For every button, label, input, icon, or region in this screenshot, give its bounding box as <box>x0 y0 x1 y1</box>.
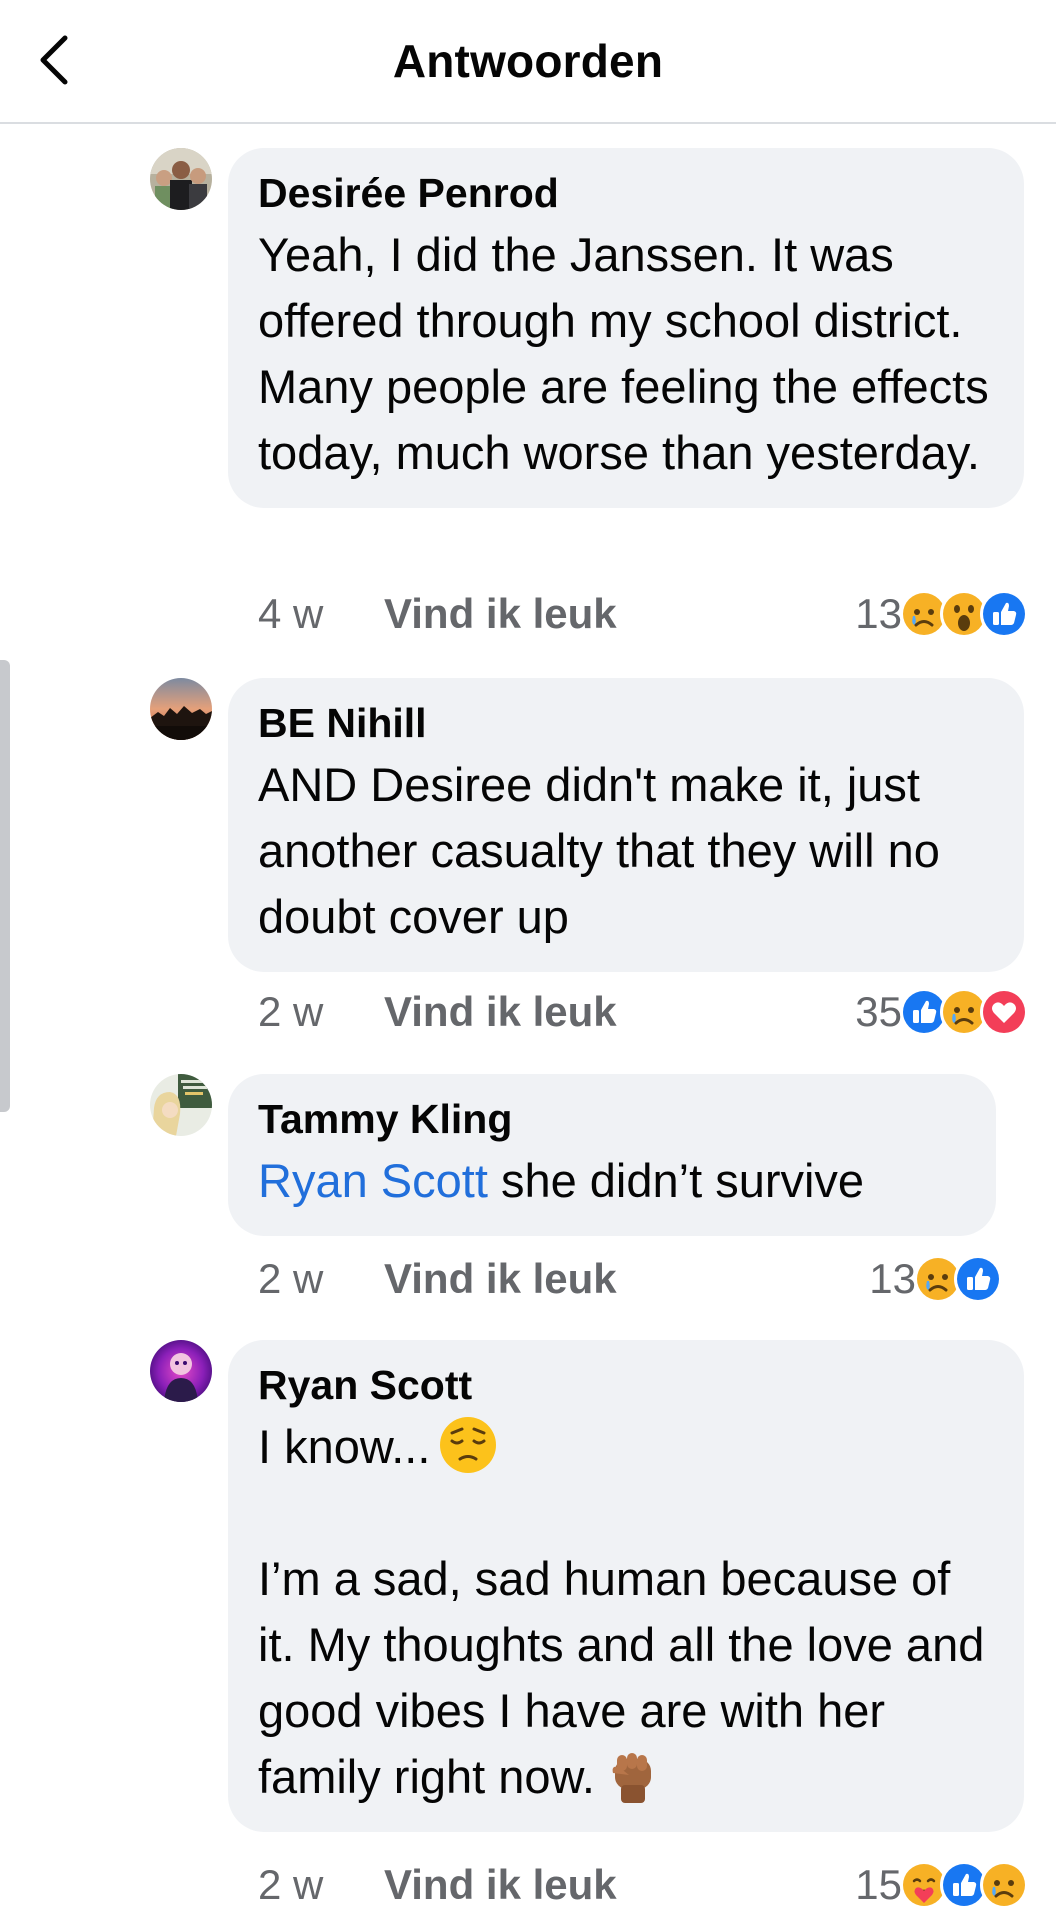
reaction-count: 15 <box>855 1861 902 1908</box>
scrollbar[interactable] <box>0 660 10 1112</box>
comment-text: AND Desiree didn't make it, just another… <box>258 758 940 943</box>
comment-bubble: Desirée Penrod Yeah, I did the Janssen. … <box>228 148 1024 508</box>
comment-bubble: BE Nihill AND Desiree didn't make it, ju… <box>228 678 1024 972</box>
comment-actions: 2 w Vind ik leuk 13 <box>258 1252 1028 1306</box>
mention-link[interactable]: Ryan Scott <box>258 1154 488 1207</box>
comment-timestamp[interactable]: 2 w <box>258 1252 323 1306</box>
comment-text-body: she didn’t survive <box>487 1154 865 1207</box>
avatar[interactable] <box>150 1074 212 1136</box>
pensive-face-emoji <box>438 1415 498 1475</box>
comment-author[interactable]: Tammy Kling <box>258 1096 966 1142</box>
love-reaction-icon <box>980 988 1028 1036</box>
avatar[interactable] <box>150 148 212 210</box>
raised-fist-emoji <box>603 1745 663 1805</box>
comment-author[interactable]: Desirée Penrod <box>258 170 994 216</box>
reaction-count: 13 <box>855 590 902 637</box>
like-button[interactable]: Vind ik leuk <box>384 985 617 1039</box>
like-button[interactable]: Vind ik leuk <box>384 1252 617 1306</box>
comment-bubble: Tammy Kling Ryan Scott she didn’t surviv… <box>228 1074 996 1236</box>
comment-actions: 2 w Vind ik leuk 35 <box>258 985 1028 1039</box>
page-title: Antwoorden <box>392 35 664 87</box>
comment-text: I know... I’m a sad, sad human because of… <box>258 1414 994 1810</box>
reactions-summary[interactable]: 13 <box>869 1252 1002 1306</box>
comment-author[interactable]: Ryan Scott <box>258 1362 994 1408</box>
comment-text: Yeah, I did the Janssen. It was offered … <box>258 228 989 479</box>
like-button[interactable]: Vind ik leuk <box>384 587 617 641</box>
reaction-count: 13 <box>869 1255 916 1302</box>
comment-author[interactable]: BE Nihill <box>258 700 994 746</box>
top-bar: Antwoorden <box>0 0 1056 124</box>
reactions-summary[interactable]: 35 <box>855 985 1028 1039</box>
like-reaction-icon <box>954 1255 1002 1303</box>
comment-actions: 4 w Vind ik leuk 13 <box>258 587 1028 641</box>
reactions-summary[interactable]: 15 <box>855 1858 1028 1912</box>
reaction-count: 35 <box>855 988 902 1035</box>
avatar[interactable] <box>150 1340 212 1402</box>
sad-reaction-icon <box>980 1861 1028 1909</box>
avatar[interactable] <box>150 678 212 740</box>
comment-timestamp[interactable]: 4 w <box>258 587 323 641</box>
comment-timestamp[interactable]: 2 w <box>258 1858 323 1912</box>
comment-actions: 2 w Vind ik leuk 15 <box>258 1858 1028 1912</box>
comment-text: Ryan Scott she didn’t survive <box>258 1148 966 1214</box>
like-button[interactable]: Vind ik leuk <box>384 1858 617 1912</box>
comment-text-line: I know... <box>258 1420 431 1473</box>
reactions-summary[interactable]: 13 <box>855 587 1028 641</box>
comment-timestamp[interactable]: 2 w <box>258 985 323 1039</box>
like-reaction-icon <box>980 590 1028 638</box>
comment-bubble: Ryan Scott I know... I’m a sad, sad human… <box>228 1340 1024 1832</box>
